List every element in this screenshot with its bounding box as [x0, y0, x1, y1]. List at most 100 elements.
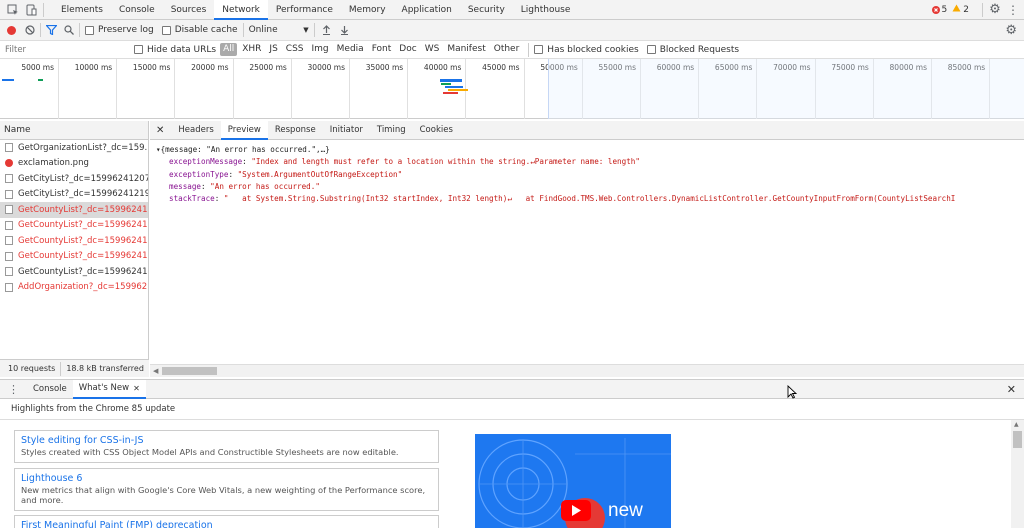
settings-gear-icon[interactable]: ⚙ [988, 2, 1002, 17]
scroll-up-icon[interactable]: ▲ [1014, 421, 1019, 428]
request-row[interactable]: GetCityList?_dc=15996241219... [0, 187, 148, 203]
search-icon[interactable] [64, 25, 74, 35]
disable-cache-checkbox[interactable]: Disable cache [161, 25, 238, 35]
detail-tab-initiator[interactable]: Initiator [323, 121, 370, 140]
tab-sources[interactable]: Sources [163, 0, 215, 20]
overview-gridline [290, 59, 292, 119]
filter-type-all[interactable]: All [220, 43, 238, 56]
issue-counter[interactable]: 5 2 [931, 4, 969, 15]
filter-type-js[interactable]: JS [266, 43, 280, 56]
error-icon [931, 5, 940, 14]
blocked-requests-checkbox[interactable]: Blocked Requests [646, 45, 739, 55]
request-row[interactable]: GetCountyList?_dc=15996241... [0, 249, 148, 265]
tab-memory[interactable]: Memory [341, 0, 394, 20]
scroll-left-icon[interactable]: ◀ [153, 367, 158, 375]
name-column-header[interactable]: Name [0, 121, 148, 140]
feature-card[interactable]: Style editing for CSS-in-JS Styles create… [14, 430, 439, 463]
detail-tab-response[interactable]: Response [268, 121, 323, 140]
tab-application[interactable]: Application [394, 0, 460, 20]
close-detail-icon[interactable]: ✕ [150, 125, 171, 136]
chrome-85-promo-video[interactable]: new [475, 434, 671, 528]
request-name: AddOrganization?_dc=159962... [18, 282, 148, 293]
close-drawer-icon[interactable]: ✕ [1007, 383, 1016, 396]
record-icon[interactable] [7, 25, 16, 35]
feature-card-title[interactable]: Style editing for CSS-in-JS [21, 434, 432, 447]
filter-input[interactable] [0, 42, 128, 57]
network-settings-gear-icon[interactable]: ⚙ [1005, 23, 1017, 38]
tab-security[interactable]: Security [460, 0, 513, 20]
filter-type-font[interactable]: Font [369, 43, 395, 56]
filter-type-other[interactable]: Other [491, 43, 523, 56]
request-row[interactable]: AddOrganization?_dc=159962... [0, 280, 148, 296]
filter-type-img[interactable]: Img [309, 43, 332, 56]
drawer-tab-what-s-new[interactable]: What's New ✕ [72, 379, 146, 399]
tab-lighthouse[interactable]: Lighthouse [513, 0, 579, 20]
feature-card[interactable]: First Meaningful Paint (FMP) deprecation [14, 515, 439, 528]
filter-icon[interactable] [46, 25, 57, 35]
filter-type-css[interactable]: CSS [283, 43, 307, 56]
document-file-icon [5, 282, 13, 292]
feature-card-title[interactable]: First Meaningful Paint (FMP) deprecation [21, 519, 432, 528]
request-name: GetOrganizationList?_dc=159... [18, 142, 148, 153]
clear-icon[interactable] [25, 25, 35, 35]
filter-type-doc[interactable]: Doc [396, 43, 419, 56]
horizontal-scrollbar[interactable]: ◀ [150, 364, 1024, 377]
request-row[interactable]: GetCountyList?_dc=15996241... [0, 264, 148, 280]
overview-bar [440, 79, 462, 82]
overview-gridline [116, 59, 118, 119]
request-row[interactable]: GetCountyList?_dc=15996241... [0, 202, 148, 218]
tab-console[interactable]: Console [111, 0, 163, 20]
network-overview-timeline[interactable]: 5000 ms 10000 ms 15000 ms 20000 ms 25000 ms 3… [0, 59, 1024, 119]
document-file-icon [5, 220, 13, 230]
filter-type-media[interactable]: Media [334, 43, 367, 56]
request-rows: GetOrganizationList?_dc=159... exclamatio… [0, 140, 148, 295]
request-row[interactable]: exclamation.png [0, 156, 148, 172]
overview-bar [2, 79, 14, 81]
checkbox-box[interactable] [646, 45, 656, 54]
tab-performance[interactable]: Performance [268, 0, 341, 20]
drawer-menu-icon[interactable]: ⋮ [0, 383, 27, 396]
has-blocked-cookies-checkbox[interactable]: Has blocked cookies [534, 45, 639, 55]
export-har-icon[interactable] [340, 25, 349, 35]
checkbox-box[interactable] [134, 45, 143, 54]
tab-elements[interactable]: Elements [53, 0, 111, 20]
filter-type-ws[interactable]: WS [422, 43, 443, 56]
request-row[interactable]: GetOrganizationList?_dc=159... [0, 140, 148, 156]
scroll-thumb[interactable] [1013, 431, 1022, 448]
filter-type-manifest[interactable]: Manifest [444, 43, 488, 56]
overview-tick-label: 30000 ms [307, 63, 345, 72]
drawer-tab-console[interactable]: Console [27, 380, 73, 399]
detail-tab-timing[interactable]: Timing [370, 121, 413, 140]
more-options-icon[interactable]: ⋮ [1006, 3, 1020, 17]
filter-type-xhr[interactable]: XHR [239, 43, 264, 56]
preserve-log-checkbox[interactable]: Preserve log [85, 25, 154, 35]
device-toolbar-icon[interactable] [24, 3, 38, 17]
json-preview[interactable]: ▾{message: "An error has occurred.",…} ex… [150, 140, 1024, 209]
overview-tick-label: 5000 ms [21, 63, 54, 72]
inspect-element-icon[interactable] [6, 3, 20, 17]
import-har-icon[interactable] [322, 25, 331, 35]
throttling-select[interactable]: Online ▼ [249, 25, 309, 35]
field-value: "An error has occurred." [210, 181, 320, 191]
transferred-size: 18.8 kB transferred [66, 363, 144, 373]
tab-network[interactable]: Network [214, 0, 268, 20]
scroll-thumb[interactable] [162, 367, 217, 375]
request-row[interactable]: GetCountyList?_dc=15996241... [0, 233, 148, 249]
drawer-vertical-scrollbar[interactable]: ▲ [1011, 420, 1024, 528]
field-key: stackTrace [169, 194, 215, 204]
detail-tab-cookies[interactable]: Cookies [413, 121, 460, 140]
overview-gridline [58, 59, 59, 119]
request-name: GetCityList?_dc=15996241219... [18, 189, 148, 200]
checkbox-box[interactable] [161, 25, 171, 35]
checkbox-box[interactable] [534, 45, 544, 54]
feature-card[interactable]: Lighthouse 6 New metrics that align with … [14, 468, 439, 511]
hide-data-urls-checkbox[interactable]: Hide data URLs [134, 45, 216, 55]
preserve-log-label: Preserve log [98, 25, 154, 35]
detail-tab-preview[interactable]: Preview [220, 120, 268, 140]
feature-card-title[interactable]: Lighthouse 6 [21, 472, 432, 485]
detail-tab-headers[interactable]: Headers [171, 121, 220, 140]
request-row[interactable]: GetCountyList?_dc=15996241... [0, 218, 148, 234]
close-tab-icon[interactable]: ✕ [133, 379, 140, 398]
checkbox-box[interactable] [85, 25, 94, 35]
request-row[interactable]: GetCityList?_dc=15996241207... [0, 171, 148, 187]
